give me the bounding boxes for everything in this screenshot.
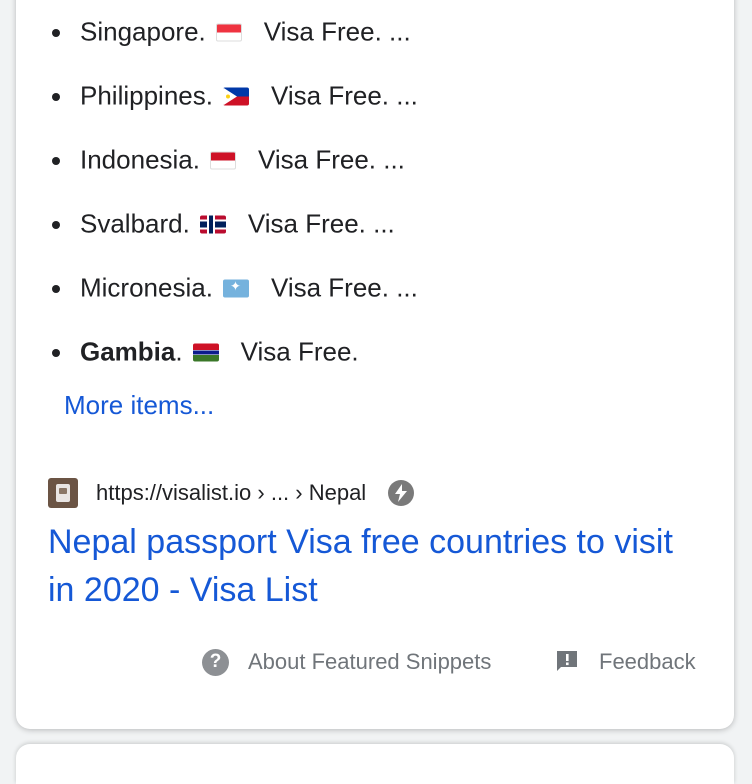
- bullet: [52, 285, 60, 293]
- about-featured-snippets-button[interactable]: ? About Featured Snippets: [202, 642, 491, 682]
- featured-snippet-card: Singapore. Visa Free. ... Philippines. V…: [16, 0, 734, 729]
- visa-status: Visa Free. ...: [263, 16, 411, 47]
- bullet: [52, 29, 60, 37]
- amp-lightning-icon: [388, 480, 415, 506]
- help-icon: ?: [202, 648, 229, 676]
- philippines-flag-icon: [222, 87, 249, 105]
- country-name: Micronesia: [80, 272, 206, 303]
- visa-status: Visa Free. ...: [247, 208, 395, 239]
- country-name: Indonesia: [80, 144, 193, 175]
- result-source[interactable]: https://visalist.io › ... › Nepal: [48, 476, 415, 510]
- country-name: Singapore: [80, 16, 199, 47]
- site-favicon-icon: [48, 478, 78, 508]
- country-name: Gambia: [80, 336, 176, 367]
- singapore-flag-icon: [215, 23, 242, 41]
- gambia-flag-icon: [192, 343, 219, 361]
- result-title-link[interactable]: Nepal passport Visa free countries to vi…: [48, 518, 688, 614]
- country-name: Philippines: [80, 80, 206, 111]
- visa-status: Visa Free. ...: [258, 144, 405, 175]
- visa-status: Visa Free.: [240, 336, 359, 367]
- about-label: About Featured Snippets: [248, 649, 492, 674]
- more-items-link[interactable]: More items...: [64, 390, 214, 421]
- feedback-label: Feedback: [599, 649, 696, 674]
- country-name: Svalbard: [80, 208, 183, 239]
- visa-status: Visa Free. ...: [270, 80, 418, 111]
- bullet: [52, 221, 60, 229]
- next-result-card: [16, 744, 734, 784]
- micronesia-flag-icon: [222, 279, 249, 297]
- result-url: https://visalist.io › ... › Nepal: [96, 480, 367, 505]
- indonesia-flag-icon: [210, 151, 236, 169]
- feedback-button[interactable]: Feedback: [555, 642, 696, 682]
- bullet: [52, 93, 60, 101]
- feedback-icon: [555, 650, 579, 674]
- bullet: [52, 157, 60, 165]
- bullet: [52, 349, 60, 357]
- norway-flag-icon: [199, 215, 226, 233]
- snippet-footer: ? About Featured Snippets Feedback: [16, 642, 734, 682]
- visa-status: Visa Free. ...: [270, 272, 418, 303]
